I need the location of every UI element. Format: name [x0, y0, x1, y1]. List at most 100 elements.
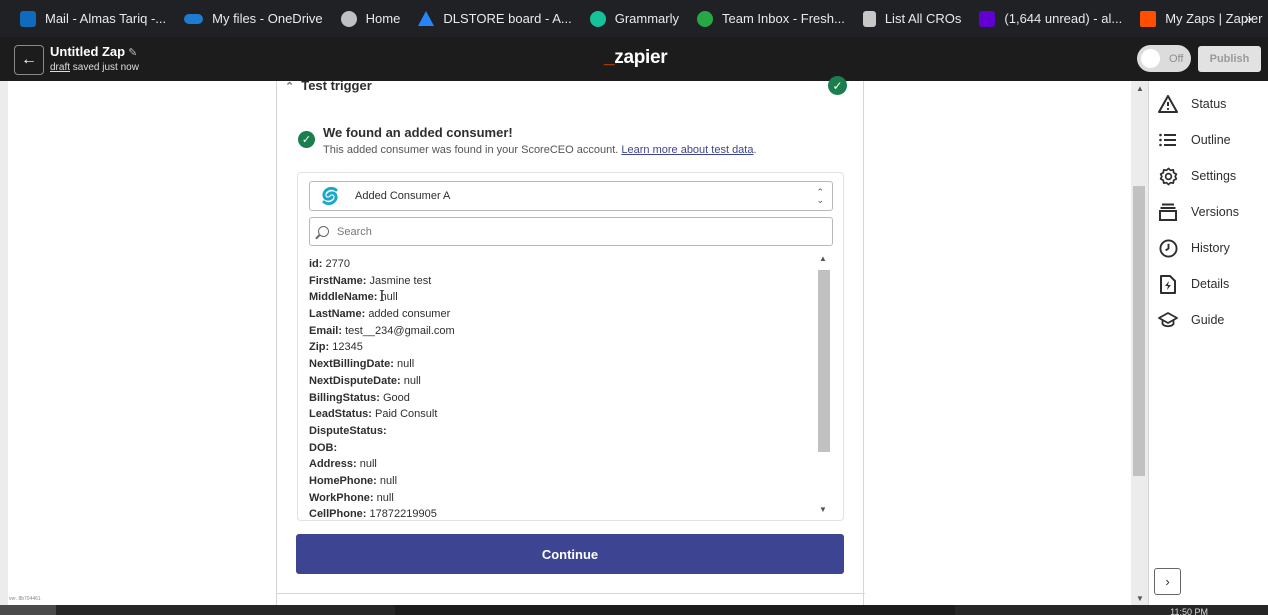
- continue-button[interactable]: Continue: [296, 534, 844, 574]
- sidebar-label: Settings: [1191, 169, 1237, 183]
- clock-icon: [1158, 238, 1178, 258]
- scrollbar-thumb[interactable]: [1133, 186, 1145, 476]
- step-card: ⌃ Test trigger ✓ ✓ We found an added cons…: [276, 76, 865, 605]
- field-key: LastName:: [309, 308, 366, 321]
- learn-more-link[interactable]: Learn more about test data: [621, 144, 753, 156]
- field-key: DisputeStatus:: [309, 424, 387, 437]
- field-key: LeadStatus:: [309, 408, 372, 421]
- sidebar-label: Status: [1191, 97, 1227, 111]
- zap-title[interactable]: Untitled Zap ✎: [50, 44, 137, 59]
- file-bolt-icon: [1158, 274, 1178, 294]
- field-value: null: [397, 358, 415, 371]
- zap-title-text: Untitled Zap: [50, 44, 126, 59]
- zapier-icon: [1140, 10, 1157, 27]
- found-description: This added consumer was found in your Sc…: [323, 144, 757, 156]
- bookmark-label: Team Inbox - Fresh...: [722, 11, 845, 26]
- record-select[interactable]: Added Consumer A ⌃ ⌄: [309, 181, 833, 211]
- taskbar-search[interactable]: [0, 605, 56, 615]
- zap-on-off-toggle[interactable]: Off: [1137, 45, 1191, 72]
- onedrive-icon: [184, 13, 204, 24]
- field-list-scrollbar[interactable]: ▲ ▼: [817, 252, 831, 514]
- field-value: Good: [382, 391, 410, 404]
- taskbar-clock: 11:50 PM: [1170, 607, 1208, 615]
- found-desc-text: This added consumer was found in your Sc…: [323, 144, 619, 156]
- scroll-down-icon[interactable]: ▼: [819, 505, 827, 514]
- field-value: test__234@gmail.com: [345, 324, 455, 337]
- field-key: BillingStatus:: [309, 391, 380, 404]
- publish-button[interactable]: Publish: [1198, 46, 1261, 72]
- more-bookmarks-button[interactable]: »: [1244, 10, 1252, 26]
- draft-link[interactable]: draft: [50, 62, 70, 73]
- list-icon: [1158, 130, 1178, 150]
- versions-icon: [1158, 202, 1178, 222]
- bookmark-yahoo[interactable]: (1,644 unread) - al...: [979, 10, 1122, 27]
- field-key: WorkPhone:: [309, 491, 374, 504]
- search-field[interactable]: Search: [309, 217, 833, 246]
- canvas-scrollbar[interactable]: ▲ ▼: [1131, 81, 1148, 605]
- bookmark-label: List All CROs: [884, 11, 962, 26]
- bookmark-home[interactable]: Home: [340, 10, 401, 27]
- sidebar-label: History: [1191, 241, 1230, 255]
- check-circle-icon: ✓: [828, 76, 847, 95]
- chevron-up-down-icon: ⌃ ⌄: [816, 187, 824, 205]
- bookmark-label: Mail - Almas Tariq -...: [45, 11, 167, 26]
- chevron-right-icon: ›: [1165, 574, 1170, 589]
- warning-icon: [1158, 94, 1178, 114]
- field-key: NextDisputeDate:: [309, 374, 401, 387]
- back-button[interactable]: ←: [14, 45, 44, 75]
- scroll-down-icon[interactable]: ▼: [1136, 594, 1144, 603]
- pencil-icon[interactable]: ✎: [128, 47, 137, 59]
- bookmark-list-cros[interactable]: List All CROs: [862, 10, 962, 27]
- found-desc-period: .: [753, 144, 757, 156]
- bookmark-dlstore[interactable]: DLSTORE board - A...: [418, 11, 572, 26]
- toggle-knob: [1141, 49, 1160, 68]
- expand-sidebar-button[interactable]: ›: [1154, 568, 1181, 595]
- search-placeholder: Search: [337, 225, 372, 238]
- scroll-up-icon[interactable]: ▲: [1136, 84, 1144, 93]
- sidebar-item-status[interactable]: Status: [1158, 93, 1226, 115]
- graduation-cap-icon: [1158, 310, 1178, 330]
- scroll-up-icon[interactable]: ▲: [819, 254, 827, 263]
- sidebar-item-details[interactable]: Details: [1158, 273, 1229, 295]
- scrollbar-thumb[interactable]: [818, 270, 830, 452]
- field-value: added consumer: [368, 308, 451, 321]
- field-key: id:: [309, 258, 323, 270]
- field-value: 2770: [325, 258, 350, 270]
- field-row: LeadStatus: Paid Consult: [309, 406, 814, 423]
- field-row: Email: test__234@gmail.com: [309, 323, 814, 340]
- bookmark-label: DLSTORE board - A...: [443, 11, 572, 26]
- zap-status: draft saved just now: [50, 62, 139, 73]
- sidebar-label: Details: [1191, 277, 1230, 291]
- text-cursor-icon: I: [379, 287, 385, 305]
- bookmark-team-inbox[interactable]: Team Inbox - Fresh...: [697, 10, 845, 27]
- field-key: DOB:: [309, 441, 338, 454]
- sidebar-item-history[interactable]: History: [1158, 237, 1230, 259]
- chevron-up-icon: ⌃: [285, 81, 295, 93]
- sidebar-item-guide[interactable]: Guide: [1158, 309, 1224, 331]
- bookmark-label: My files - OneDrive: [212, 11, 323, 26]
- field-row: NextBillingDate: null: [309, 356, 814, 373]
- search-icon: [318, 226, 329, 237]
- toggle-label: Off: [1169, 52, 1184, 65]
- field-row: LastName: added consumer: [309, 306, 814, 323]
- sidebar-item-outline[interactable]: Outline: [1158, 129, 1231, 151]
- zapier-logo: _zapier: [604, 47, 668, 68]
- found-title: We found an added consumer!: [323, 125, 513, 140]
- field-row: WorkPhone: null: [309, 490, 814, 507]
- bookmark-grammarly[interactable]: Grammarly: [589, 10, 679, 27]
- sidebar-item-versions[interactable]: Versions: [1158, 201, 1239, 223]
- field-row: HomePhone: null: [309, 473, 814, 490]
- version-label: ver. 8b704461: [9, 596, 41, 602]
- scoreceo-logo-icon: [322, 186, 338, 206]
- grammarly-icon: [589, 10, 606, 27]
- bookmark-label: Grammarly: [614, 11, 679, 26]
- field-value: null: [376, 491, 394, 504]
- taskbar-apps[interactable]: [395, 605, 955, 615]
- sidebar-item-settings[interactable]: Settings: [1158, 165, 1236, 187]
- sidebar-label: Outline: [1191, 133, 1231, 147]
- field-row: DisputeStatus:: [309, 423, 814, 440]
- bookmark-onedrive[interactable]: My files - OneDrive: [184, 11, 323, 26]
- bookmark-label: Home: [365, 11, 401, 26]
- bookmark-mail[interactable]: Mail - Almas Tariq -...: [20, 10, 167, 27]
- test-trigger-section-header[interactable]: ⌃ Test trigger: [285, 78, 372, 93]
